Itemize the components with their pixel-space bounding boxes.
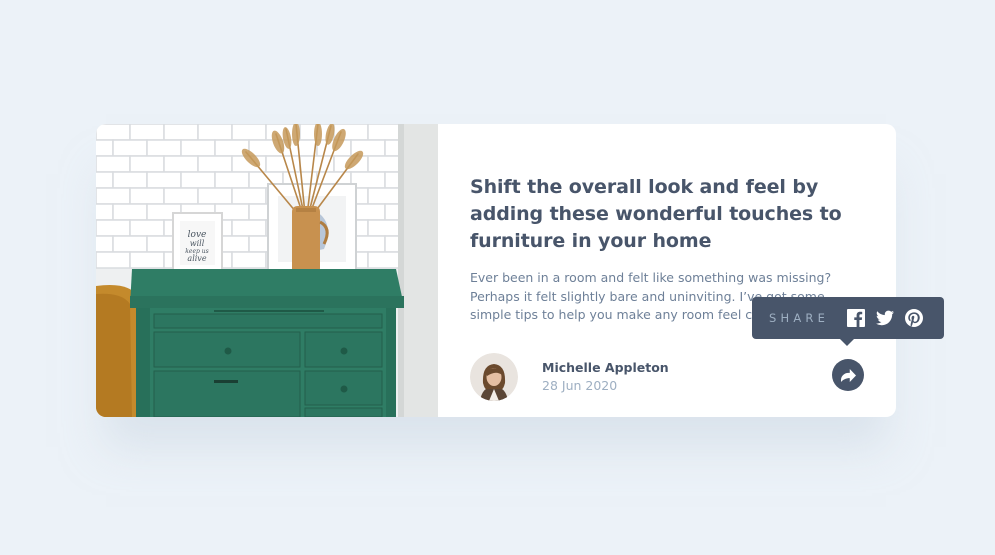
author-name: Michelle Appleton (542, 360, 669, 375)
share-label: SHARE (769, 311, 830, 325)
article-headline[interactable]: Shift the overall look and feel by addin… (470, 174, 860, 255)
drawers-photo: love will keep us alive (96, 124, 438, 417)
author-info: Michelle Appleton 28 Jun 2020 (542, 359, 669, 395)
share-popover: SHARE (752, 297, 944, 346)
card-image: love will keep us alive (96, 124, 438, 417)
facebook-icon[interactable] (847, 309, 866, 327)
pinterest-icon[interactable] (905, 309, 924, 327)
article-preview-card: love will keep us alive Shift the overal… (96, 124, 944, 417)
twitter-icon[interactable] (876, 309, 895, 327)
print-text-4: alive (187, 254, 206, 263)
publish-date: 28 Jun 2020 (542, 378, 618, 393)
share-icon (840, 368, 856, 382)
print-text-2: will (190, 239, 205, 248)
avatar (470, 353, 518, 401)
author-section: Michelle Appleton 28 Jun 2020 (470, 353, 669, 401)
share-button[interactable] (832, 359, 864, 391)
